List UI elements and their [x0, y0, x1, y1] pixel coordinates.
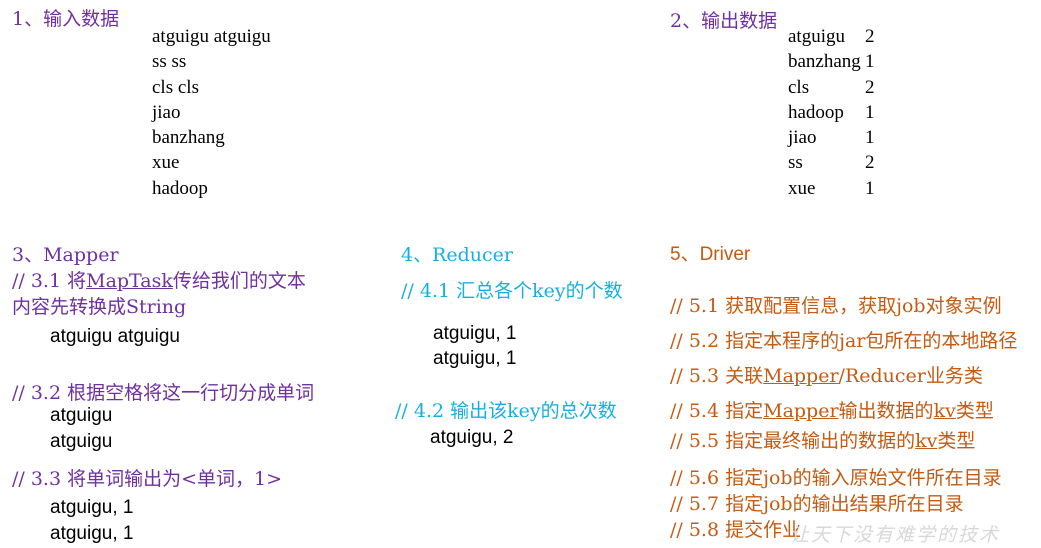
input-line: xue: [152, 152, 180, 174]
output-count: 2: [865, 76, 875, 98]
driver-step-3: // 5.3 关联Mapper/Reducer业务类: [670, 361, 983, 388]
output-count: 1: [865, 177, 875, 199]
mapper-step-1-line2: 内容先转换成String: [12, 296, 187, 318]
output-key: xue: [788, 177, 816, 199]
driver-step-5-prefix: // 5.5 指定最终输出的数据的: [670, 430, 916, 452]
input-line: atguigu atguigu: [152, 26, 271, 47]
maptask-link: MapTask: [86, 270, 173, 292]
driver-step-3-prefix: // 5.3 关联: [670, 365, 764, 387]
output-key: jiao: [788, 127, 817, 149]
driver-step-6: // 5.6 指定job的输入原始文件所在目录: [670, 467, 1002, 489]
mapper-step-1-output: atguigu atguigu: [50, 326, 180, 347]
output-count: 1: [865, 101, 875, 123]
reducer-step-1-output: atguigu, 1: [433, 323, 517, 344]
watermark: 让天下没有难学的技术: [790, 524, 1001, 546]
output-key: banzhang: [788, 51, 861, 73]
reducer-step-1: // 4.1 汇总各个key的个数: [401, 280, 623, 302]
mapper-link: Mapper: [763, 365, 839, 387]
driver-step-2: // 5.2 指定本程序的jar包所在的本地路径: [670, 330, 1018, 352]
input-data-list: atguigu atguigu ss ss cls cls jiao banzh…: [152, 24, 271, 201]
output-key: ss: [788, 152, 803, 174]
output-key: hadoop: [788, 101, 844, 123]
driver-step-3-rest: /Reducer业务类: [838, 365, 983, 387]
section2-title: 2、输出数据: [670, 10, 778, 32]
mapper-step-1-rest: 传给我们的文本: [172, 270, 306, 292]
input-line: jiao: [152, 101, 181, 123]
mapper-step-2-output: atguigu: [50, 405, 113, 426]
mapper-link: Mapper: [763, 400, 839, 422]
mapper-step-1-prefix: // 3.1 将: [12, 270, 87, 292]
driver-step-7: // 5.7 指定job的输出结果所在目录: [670, 493, 964, 515]
output-key: cls: [788, 76, 810, 98]
reducer-step-1-output: atguigu, 1: [433, 348, 517, 369]
mapper-step-1: // 3.1 将MapTask传给我们的文本: [12, 266, 306, 293]
output-count: 2: [865, 26, 875, 47]
driver-step-1: // 5.1 获取配置信息，获取job对象实例: [670, 295, 1002, 317]
mapper-step-3: // 3.3 将单词输出为<单词，1>: [12, 468, 283, 490]
reducer-step-2: // 4.2 输出该key的总次数: [395, 400, 617, 422]
input-line: ss ss: [152, 51, 187, 73]
input-line: hadoop: [152, 177, 208, 199]
output-count: 2: [865, 152, 875, 174]
output-count: 1: [865, 51, 875, 73]
driver-step-8: // 5.8 提交作业: [670, 519, 802, 541]
driver-step-5: // 5.5 指定最终输出的数据的kv类型: [670, 426, 975, 453]
mapper-step-3-output: atguigu, 1: [50, 497, 134, 518]
driver-step-4-mid: 输出数据的: [838, 400, 934, 422]
section1-title: 1、输入数据: [12, 8, 120, 30]
driver-step-4-rest: 类型: [955, 400, 994, 422]
kv-link: kv: [933, 400, 956, 422]
input-line: banzhang: [152, 127, 225, 149]
reducer-step-2-output: atguigu, 2: [430, 427, 514, 448]
input-line: cls cls: [152, 76, 199, 98]
mapper-step-3-output: atguigu, 1: [50, 523, 134, 544]
section3-title: 3、Mapper: [12, 244, 119, 266]
driver-step-5-rest: 类型: [937, 430, 976, 452]
kv-link: kv: [915, 430, 938, 452]
section5-title: 5、Driver: [670, 244, 751, 265]
output-key: atguigu: [788, 26, 845, 47]
mapper-step-2: // 3.2 根据空格将这一行切分成单词: [12, 382, 315, 404]
driver-step-4-prefix: // 5.4 指定: [670, 400, 764, 422]
output-count: 1: [865, 127, 875, 149]
driver-step-4: // 5.4 指定Mapper输出数据的kv类型: [670, 396, 994, 423]
output-keys: atguigu banzhang cls hadoop jiao ss xue: [788, 24, 861, 201]
section4-title: 4、Reducer: [401, 244, 514, 266]
output-counts: 2 1 2 1 1 2 1: [865, 24, 875, 201]
mapper-step-2-output: atguigu: [50, 431, 113, 452]
